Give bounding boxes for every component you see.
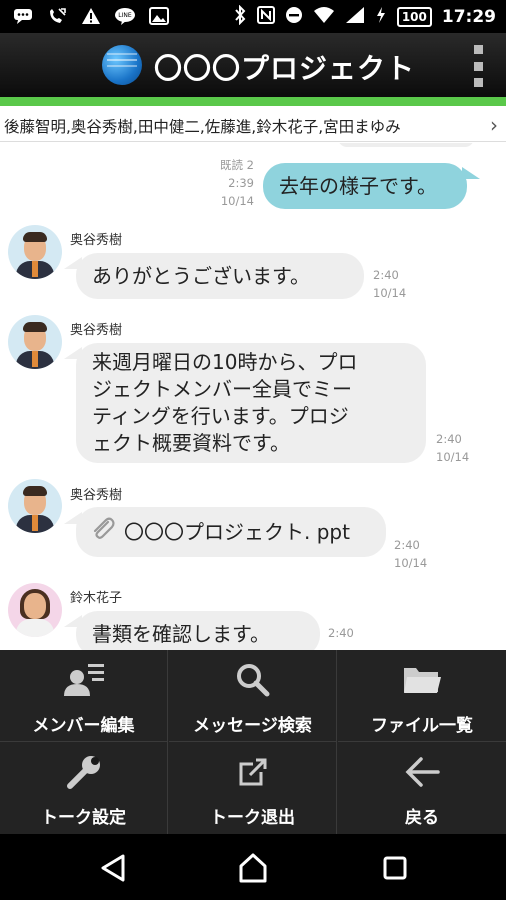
message-notification-icon: [12, 6, 34, 26]
message-time: 2:39: [228, 176, 254, 190]
menu-label: 戻る: [405, 808, 439, 828]
message-meta: 既読 2 2:39 10/14: [218, 156, 254, 210]
menu-label: トーク設定: [41, 808, 126, 828]
message-meta: 2:40 10/14: [394, 536, 427, 572]
menu-label: トーク退出: [210, 808, 295, 828]
menu-label: メンバー編集: [32, 716, 135, 736]
message-line: ジェクトメンバー全員でミー: [92, 377, 352, 401]
menu-label: ファイル一覧: [371, 716, 473, 736]
message-time: 2:40: [373, 268, 399, 282]
nav-recents-icon[interactable]: [375, 848, 415, 888]
avatar[interactable]: [8, 315, 62, 369]
nav-back-icon[interactable]: [93, 848, 133, 888]
exit-icon: [169, 754, 336, 790]
menu-item-talk-settings[interactable]: トーク設定: [0, 742, 168, 834]
member-edit-icon: [0, 662, 167, 698]
message-line: ェクト概要資料です。: [92, 431, 290, 455]
message-text: 書類を確認します。: [92, 622, 270, 646]
nfc-icon: [256, 6, 275, 28]
message-bubble[interactable]: 書類を確認します。: [76, 611, 320, 650]
nav-home-icon[interactable]: [233, 848, 273, 888]
message-bubble[interactable]: ありがとうございます。: [76, 253, 364, 299]
folder-icon: [338, 662, 506, 698]
sender-name: 奥谷秀樹: [70, 233, 123, 248]
sender-name: 奥谷秀樹: [70, 323, 123, 338]
header-accent-bar: [0, 97, 506, 106]
attachment-bubble[interactable]: 〇〇〇プロジェクト. ppt: [76, 507, 386, 557]
message-date: 10/14: [373, 286, 407, 300]
message-date: 10/14: [394, 556, 428, 570]
avatar[interactable]: [8, 583, 62, 637]
charging-icon: [375, 6, 387, 28]
wifi-icon: [313, 6, 335, 28]
sender-name: 奥谷秀樹: [70, 488, 123, 503]
back-arrow-icon: [338, 754, 506, 790]
message-bubble[interactable]: 来週月曜日の10時から、プロ ジェクトメンバー全員でミー ティングを行います。プ…: [76, 343, 426, 463]
read-receipt: 既読 2: [220, 158, 254, 172]
page-title: 〇〇〇プロジェクト: [154, 52, 416, 85]
my-message-bubble[interactable]: 去年の様子です。: [263, 163, 467, 209]
menu-item-back[interactable]: 戻る: [338, 742, 506, 834]
warning-icon: [80, 6, 102, 26]
message-time: 2:40: [394, 538, 420, 552]
wrench-icon: [0, 754, 167, 790]
message-meta: 2:40 10/14: [373, 266, 406, 302]
message-time: 2:40: [328, 626, 354, 640]
menu-item-message-search[interactable]: メッセージ検索: [169, 650, 337, 742]
paperclip-icon: [88, 514, 118, 551]
chat-area[interactable]: 既読 2 2:39 10/14 去年の様子です。 奥谷秀樹 ありがとうございます…: [0, 143, 506, 650]
status-bar: LINE 100 17:29: [0, 0, 506, 33]
message-meta: 2:40: [328, 624, 354, 642]
message-text: ありがとうございます。: [92, 264, 310, 288]
cell-signal-icon: [345, 6, 365, 28]
svg-text:LINE: LINE: [118, 12, 132, 19]
sender-name: 鈴木花子: [70, 591, 123, 606]
line-app-icon: LINE: [114, 6, 136, 26]
bubble-tail: [462, 167, 480, 179]
message-text: 去年の様子です。: [279, 174, 437, 198]
group-icon: [102, 45, 142, 85]
avatar[interactable]: [8, 225, 62, 279]
clock: 17:29: [441, 7, 496, 27]
image-icon: [148, 6, 170, 26]
member-names: 後藤智明,奥谷秀樹,田中健二,佐藤進,鈴木花子,宮田まゆみ: [4, 118, 401, 136]
overflow-menu-icon[interactable]: [472, 45, 484, 87]
message-line: ティングを行います。プロジ: [92, 404, 349, 428]
avatar[interactable]: [8, 479, 62, 533]
system-nav-bar: [0, 834, 506, 900]
attachment-filename[interactable]: 〇〇〇プロジェクト. ppt: [124, 519, 350, 546]
menu-item-leave-talk[interactable]: トーク退出: [169, 742, 337, 834]
message-line: 来週月曜日の10時から、プロ: [92, 350, 358, 374]
battery-level: 100: [396, 7, 432, 27]
message-date: 10/14: [436, 450, 470, 464]
chevron-right-icon[interactable]: ›: [490, 113, 498, 137]
menu-item-file-list[interactable]: ファイル一覧: [338, 650, 506, 742]
search-icon: [169, 662, 336, 698]
previous-message-bubble: [338, 143, 474, 147]
message-date: 10/14: [220, 194, 254, 208]
menu-item-member-edit[interactable]: メンバー編集: [0, 650, 168, 742]
app-header: 〇〇〇プロジェクト: [0, 33, 506, 97]
do-not-disturb-icon: [285, 6, 303, 28]
message-meta: 2:40 10/14: [436, 430, 469, 466]
bluetooth-icon: [233, 4, 247, 29]
message-time: 2:40: [436, 432, 462, 446]
member-list-bar[interactable]: 後藤智明,奥谷秀樹,田中健二,佐藤進,鈴木花子,宮田まゆみ ›: [0, 108, 506, 142]
missed-call-icon: [46, 6, 68, 26]
menu-label: メッセージ検索: [193, 716, 312, 736]
options-menu: メンバー編集 メッセージ検索 ファイル一覧 トーク設定 トーク退出 戻る: [0, 650, 506, 834]
